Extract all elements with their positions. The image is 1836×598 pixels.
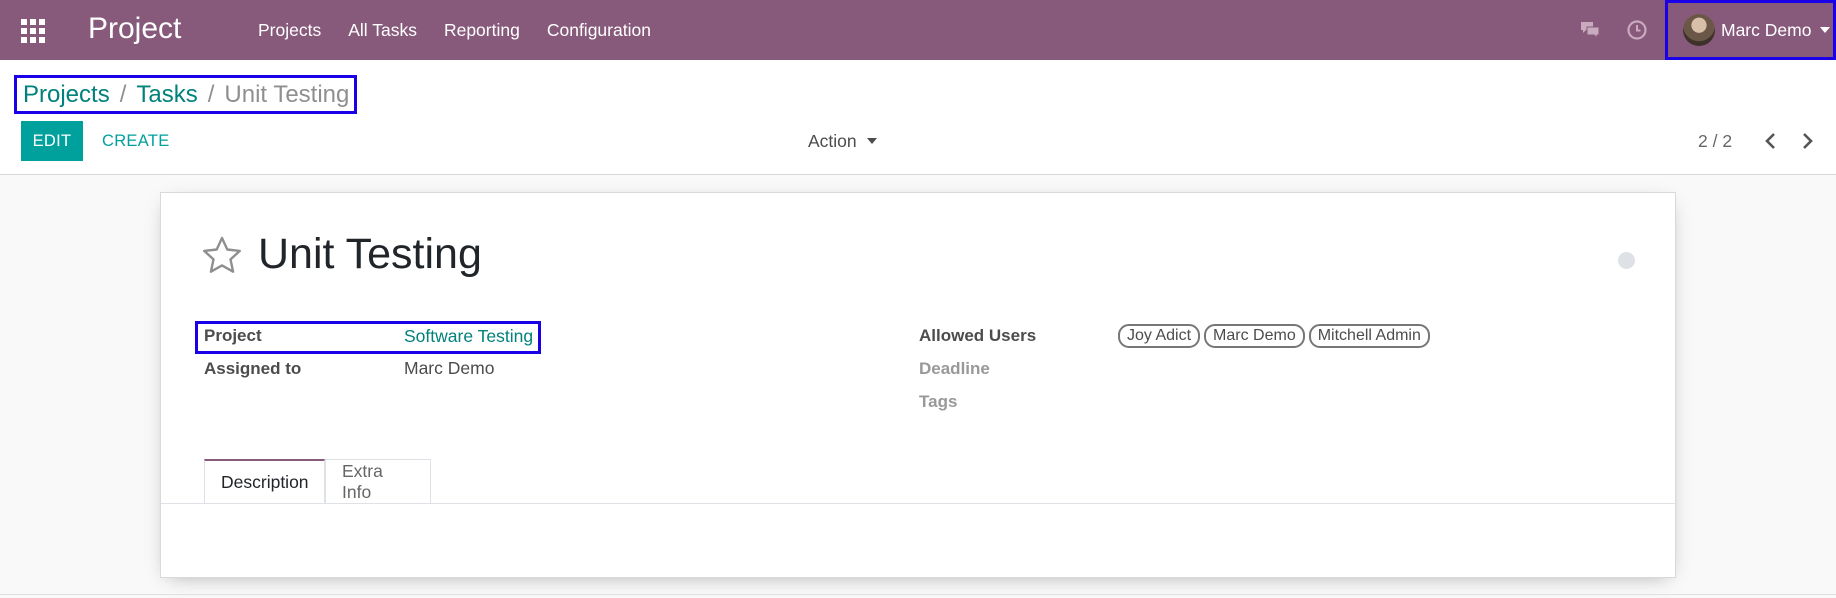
top-menu: Projects All Tasks Reporting Configurati…	[258, 0, 678, 60]
allowed-users-label: Allowed Users	[919, 326, 1037, 345]
assigned-to-label: Assigned to	[204, 359, 302, 378]
allowed-user-tag[interactable]: Mitchell Admin	[1308, 324, 1430, 348]
allowed-users-tags[interactable]: Joy Adict Marc Demo Mitchell Admin	[1118, 324, 1434, 348]
breadcrumb-separator: /	[119, 80, 127, 108]
app-title[interactable]: Project	[88, 12, 181, 46]
form-sheet: Unit Testing Project Software Testing As…	[160, 192, 1676, 578]
user-menu[interactable]: Marc Demo	[1665, 0, 1836, 60]
clock-icon[interactable]	[1625, 18, 1649, 42]
user-name: Marc Demo	[1721, 19, 1812, 40]
caret-down-icon	[866, 138, 877, 144]
tags-label: Tags	[919, 392, 958, 411]
breadcrumb-tasks[interactable]: Tasks	[136, 81, 197, 109]
edit-button[interactable]: EDIT	[21, 121, 83, 161]
create-button[interactable]: CREATE	[102, 121, 170, 161]
menu-item-configuration[interactable]: Configuration	[547, 20, 651, 41]
star-icon[interactable]	[201, 235, 243, 277]
tab-description[interactable]: Description	[204, 459, 325, 503]
chevron-down-icon	[1820, 27, 1831, 33]
menu-item-projects[interactable]: Projects	[258, 20, 321, 41]
chat-icon[interactable]	[1578, 18, 1602, 42]
breadcrumb-separator: /	[207, 80, 215, 108]
chevron-left-icon[interactable]	[1761, 130, 1781, 152]
bottom-divider	[0, 594, 1836, 595]
main-navbar: Project Projects All Tasks Reporting Con…	[0, 0, 1836, 60]
action-dropdown-label: Action	[808, 130, 857, 151]
deadline-label: Deadline	[919, 359, 990, 378]
allowed-user-tag[interactable]: Joy Adict	[1118, 324, 1201, 348]
allowed-user-tag[interactable]: Marc Demo	[1204, 324, 1305, 348]
apps-grid-icon[interactable]	[21, 19, 45, 43]
menu-item-all-tasks[interactable]: All Tasks	[348, 20, 417, 41]
tabs-divider	[161, 503, 1675, 504]
kanban-state-indicator[interactable]	[1618, 252, 1635, 269]
breadcrumb: Projects / Tasks / Unit Testing	[14, 75, 358, 114]
project-link[interactable]: Software Testing	[404, 326, 533, 347]
avatar	[1683, 14, 1715, 46]
tab-extra-info[interactable]: Extra Info	[325, 459, 431, 503]
action-dropdown[interactable]: Action	[808, 121, 877, 161]
breadcrumb-projects[interactable]: Projects	[23, 81, 110, 109]
chevron-right-icon[interactable]	[1797, 130, 1817, 152]
menu-item-reporting[interactable]: Reporting	[444, 20, 520, 41]
pager-value[interactable]: 2 / 2	[1698, 121, 1732, 161]
task-title[interactable]: Unit Testing	[258, 230, 482, 279]
project-label: Project	[204, 326, 262, 345]
assigned-to-value[interactable]: Marc Demo	[404, 358, 494, 379]
breadcrumb-current: Unit Testing	[224, 80, 350, 108]
